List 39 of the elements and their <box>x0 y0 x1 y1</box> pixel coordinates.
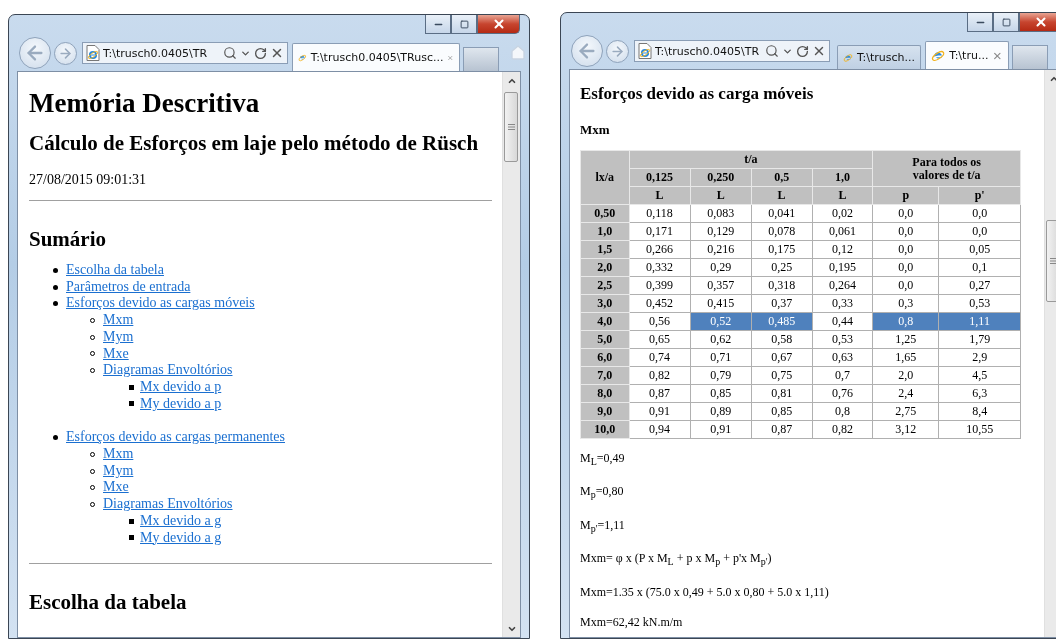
formula: Mxm=1.35 x (75.0 x 0,49 + 5.0 x 0,80 + 5.0 x 1,11) <box>580 584 830 600</box>
formula: Mxm= φ x (P x M$_{L}$ + p x M$_{p}$ + p'x M$_{p'}$) <box>580 551 773 570</box>
toc-link[interactable]: Mym <box>103 462 134 480</box>
address-field[interactable]: T:\trusch0.0405\TR <box>82 42 288 64</box>
toc-link[interactable]: Mx devido a g <box>140 512 222 530</box>
browser-tab[interactable]: T:\trusch... <box>837 45 921 69</box>
toc-link[interactable]: Esforços devido as cargas permanentes <box>66 429 285 447</box>
toc-link[interactable]: Mxm <box>103 312 134 329</box>
toc-link[interactable]: Esforços devido as cargas móveis <box>66 295 255 313</box>
toc-link[interactable]: Diagramas Envoltórios <box>103 362 233 379</box>
toc-link[interactable]: Mym <box>103 328 134 346</box>
toc-link[interactable]: Mxm <box>103 446 134 463</box>
toc-link[interactable]: My devido a p <box>140 395 222 413</box>
section-heading: Sumário <box>29 227 107 252</box>
address-field[interactable]: T:\trusch0.0405\TR <box>634 40 830 62</box>
toc-link[interactable]: Diagramas Envoltórios <box>103 496 233 513</box>
browser-tab[interactable]: T:\tru... <box>925 41 1009 69</box>
toc-link[interactable]: Mxe <box>103 345 129 363</box>
address-text[interactable]: T:\trusch0.0405\TR <box>103 46 220 60</box>
toc-link[interactable]: My devido a g <box>140 529 222 547</box>
column-header: Para todos os valores de t/a <box>872 150 1021 187</box>
column-header: t/a <box>629 150 873 169</box>
formula: M$_{p'}$=1,11 <box>580 517 626 537</box>
section-heading: Esforços devido as carga móveis <box>580 84 815 104</box>
toc-link[interactable]: Escolha da tabela <box>66 262 164 279</box>
toc-link[interactable]: Parâmetros de entrada <box>66 278 191 296</box>
page-subtitle: Cálculo de Esforços em laje pelo método de Rüsch <box>29 131 480 156</box>
formula: M$_{L}$=0,49 <box>580 451 626 470</box>
page-title: Memória Descritiva <box>29 88 261 119</box>
formula: M$_{p}$=0,80 <box>580 484 625 503</box>
browser-tab[interactable]: T:\trusch0.0405\TRusc... <box>292 43 460 71</box>
formula: Mxm=62,42 kN.m/m <box>580 614 684 630</box>
timestamp: 27/08/2015 09:01:31 <box>29 172 148 188</box>
address-text[interactable]: T:\trusch0.0405\TR <box>655 44 762 58</box>
section-heading: Escolha da tabela <box>29 590 188 616</box>
subsection-heading: Mxm <box>580 122 611 138</box>
toc-link[interactable]: Mx devido a p <box>140 378 222 396</box>
column-header: lx/a <box>580 150 629 205</box>
toc-link[interactable]: Mxe <box>103 479 129 497</box>
